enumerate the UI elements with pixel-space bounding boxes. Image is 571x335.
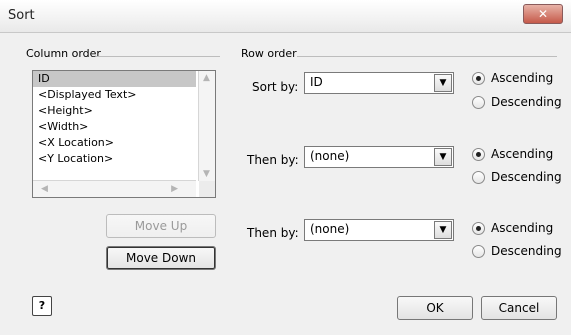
radio-label: Ascending: [491, 221, 554, 235]
scroll-down-icon[interactable]: ▼: [203, 169, 210, 179]
title-bar: Sort ✕: [0, 0, 571, 33]
column-order-listbox[interactable]: ID <Displayed Text> <Height> <Width> <X …: [32, 70, 216, 198]
horizontal-scrollbar[interactable]: ◀ ▶: [33, 180, 196, 197]
radio-label: Ascending: [491, 147, 554, 161]
then-by-1-descending-radio[interactable]: Descending: [472, 170, 562, 184]
then-by-combobox-2[interactable]: (none) ▼: [304, 219, 454, 241]
chevron-down-icon[interactable]: ▼: [434, 221, 452, 239]
row-order-label: Row order: [241, 47, 297, 60]
sort-by-label: Sort by:: [252, 80, 299, 94]
sort-by-ascending-radio[interactable]: Ascending: [472, 71, 553, 85]
radio-unchecked-icon: [472, 95, 485, 109]
vertical-scrollbar[interactable]: ▲ ▼: [198, 71, 215, 181]
radio-label: Descending: [491, 95, 562, 109]
sort-by-combobox[interactable]: ID ▼: [304, 72, 454, 94]
cancel-button[interactable]: Cancel: [481, 296, 557, 320]
scroll-right-icon[interactable]: ▶: [171, 184, 178, 194]
move-up-button[interactable]: Move Up: [106, 214, 216, 238]
help-icon[interactable]: ?: [32, 296, 52, 316]
then-by-value-2: (none): [310, 222, 350, 236]
list-item[interactable]: <Displayed Text>: [33, 87, 196, 103]
list-item[interactable]: <Height>: [33, 103, 196, 119]
window-title: Sort: [8, 8, 35, 23]
column-order-divider: [96, 56, 220, 57]
then-by-1-ascending-radio[interactable]: Ascending: [472, 147, 553, 161]
list-item[interactable]: <X Location>: [33, 135, 196, 151]
sort-by-value: ID: [310, 75, 323, 89]
close-icon[interactable]: ✕: [523, 4, 563, 24]
list-item[interactable]: ID: [33, 71, 196, 87]
scrollbar-corner: [199, 181, 215, 197]
row-order-divider: [297, 56, 557, 57]
radio-label: Descending: [491, 244, 562, 258]
then-by-combobox-1[interactable]: (none) ▼: [304, 146, 454, 168]
ok-button[interactable]: OK: [397, 296, 473, 320]
column-list-items: ID <Displayed Text> <Height> <Width> <X …: [33, 71, 196, 181]
then-by-label-1: Then by:: [247, 153, 299, 167]
scroll-up-icon[interactable]: ▲: [203, 73, 210, 83]
list-item[interactable]: <Y Location>: [33, 151, 196, 167]
scroll-left-icon[interactable]: ◀: [41, 184, 48, 194]
then-by-2-ascending-radio[interactable]: Ascending: [472, 221, 553, 235]
then-by-value-1: (none): [310, 149, 350, 163]
column-order-label: Column order: [26, 47, 101, 60]
radio-checked-icon: [472, 147, 485, 161]
radio-unchecked-icon: [472, 170, 485, 184]
then-by-2-descending-radio[interactable]: Descending: [472, 244, 562, 258]
sort-by-descending-radio[interactable]: Descending: [472, 95, 562, 109]
chevron-down-icon[interactable]: ▼: [434, 74, 452, 92]
move-down-button[interactable]: Move Down: [106, 246, 216, 270]
radio-checked-icon: [472, 71, 485, 85]
radio-label: Descending: [491, 170, 562, 184]
radio-unchecked-icon: [472, 244, 485, 258]
chevron-down-icon[interactable]: ▼: [434, 148, 452, 166]
radio-checked-icon: [472, 221, 485, 235]
sort-dialog: Sort ✕ Column order ID <Displayed Text> …: [0, 0, 571, 335]
list-item[interactable]: <Width>: [33, 119, 196, 135]
radio-label: Ascending: [491, 71, 554, 85]
then-by-label-2: Then by:: [247, 226, 299, 240]
